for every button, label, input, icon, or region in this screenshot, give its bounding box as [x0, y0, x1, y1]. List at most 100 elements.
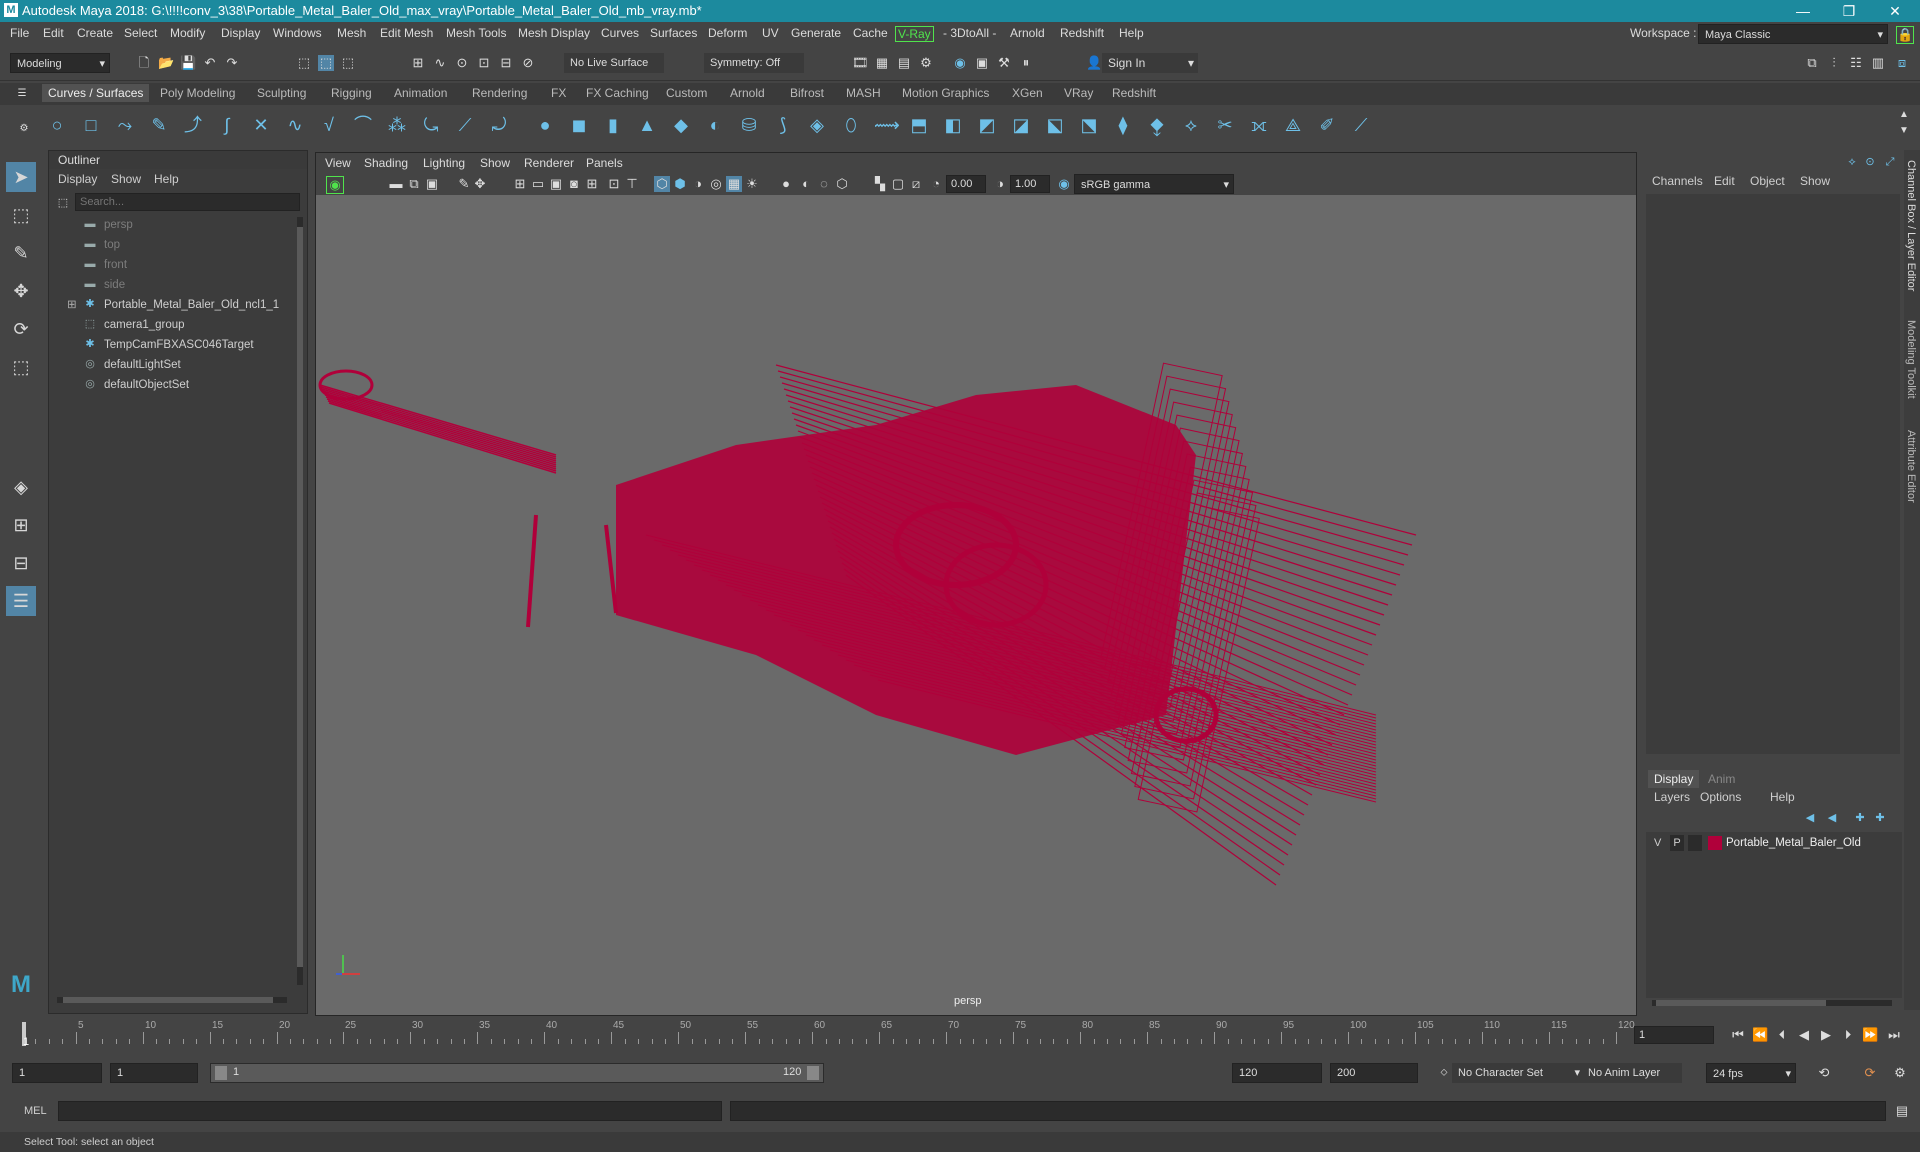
scale-tool-icon[interactable]: ⬚ — [6, 352, 36, 382]
script-language-label[interactable]: MEL — [24, 1105, 47, 1117]
menu-3dtoall[interactable]: - 3DtoAll - — [943, 26, 996, 40]
curve-attach-icon[interactable]: √ — [318, 114, 340, 136]
channel-menu-object[interactable]: Object — [1750, 174, 1785, 188]
curve-extend-icon[interactable]: ⤿ — [420, 114, 442, 136]
select-tool-icon[interactable]: ➤ — [6, 162, 36, 192]
trim-tool-icon[interactable]: ⧫ — [1112, 114, 1134, 136]
layer-reference-toggle[interactable] — [1688, 835, 1702, 851]
snap-curve-icon[interactable]: ∿ — [432, 55, 448, 71]
shelf-tab-poly-modeling[interactable]: Poly Modeling — [154, 86, 241, 100]
menu-file[interactable]: File — [10, 26, 29, 40]
shelf-tab-mash[interactable]: MASH — [840, 86, 887, 100]
tool-settings-icon[interactable]: ☷ — [1848, 55, 1864, 71]
use-all-lights-icon[interactable]: ☀ — [744, 176, 760, 192]
menu-vray[interactable]: V-Ray — [895, 26, 934, 42]
square-surface-icon[interactable]: ◧ — [942, 114, 964, 136]
step-forward-key-icon[interactable]: ⏩ — [1862, 1027, 1878, 1043]
save-scene-icon[interactable]: 💾 — [180, 55, 196, 71]
curve-offset-icon[interactable]: ⌒ — [352, 114, 374, 136]
layer-tab-anim[interactable]: Anim — [1708, 772, 1735, 786]
menu-deform[interactable]: Deform — [708, 26, 747, 40]
scrollbar-thumb[interactable] — [63, 997, 273, 1003]
extrude-icon[interactable]: ⬯ — [840, 114, 862, 136]
open-scene-icon[interactable]: 📂 — [158, 55, 174, 71]
layer-tab-display[interactable]: Display — [1648, 770, 1700, 788]
shelf-tab-fx-caching[interactable]: FX Caching — [580, 86, 655, 100]
outliner-item-tempcam-target[interactable]: ✱ TempCamFBXASC046Target — [49, 335, 289, 355]
outliner-item-persp[interactable]: ▬ persp — [49, 215, 289, 235]
animation-end-input[interactable] — [1330, 1063, 1418, 1083]
wireframe-on-shaded-icon[interactable]: ◑ — [690, 176, 706, 192]
fps-dropdown[interactable]: 24 fps ▾ — [1706, 1063, 1796, 1083]
outliner-item-default-light-set[interactable]: ◎ defaultLightSet — [49, 355, 289, 375]
current-frame-input[interactable] — [1634, 1026, 1714, 1044]
nurbs-plane-icon[interactable]: ◆ — [670, 114, 692, 136]
outliner-search-input[interactable] — [75, 193, 300, 211]
channel-menu-show[interactable]: Show — [1800, 174, 1830, 188]
menu-modify[interactable]: Modify — [170, 26, 205, 40]
outliner-vertical-scrollbar[interactable] — [297, 217, 303, 985]
layer-menu-help[interactable]: Help — [1770, 790, 1795, 804]
channel-box-icon-3[interactable]: ⤢ — [1882, 154, 1898, 170]
bookmarks-icon[interactable]: ⧉ — [406, 176, 422, 192]
shelf-tab-custom[interactable]: Custom — [660, 86, 713, 100]
camera-select-icon[interactable]: ◉ — [326, 176, 344, 194]
play-forwards-icon[interactable]: ▶ — [1818, 1027, 1834, 1043]
shelf-scroll-down-icon[interactable]: ▼ — [1896, 123, 1912, 139]
side-tab-modeling-toolkit[interactable]: Modeling Toolkit — [1905, 320, 1917, 399]
live-surface-field[interactable]: No Live Surface — [564, 53, 664, 73]
menu-curves[interactable]: Curves — [601, 26, 639, 40]
wireframe-icon[interactable]: ⬡ — [654, 176, 670, 192]
motion-blur-icon[interactable]: ◌ — [816, 176, 832, 192]
menu-cache[interactable]: Cache — [853, 26, 888, 40]
ambient-occlusion-icon[interactable]: ◐ — [798, 176, 814, 192]
command-input[interactable] — [58, 1101, 722, 1121]
step-forward-frame-icon[interactable]: ⏵ — [1840, 1027, 1856, 1043]
animation-start-input[interactable] — [12, 1063, 102, 1083]
pencil-curve-icon[interactable]: ✎ — [148, 114, 170, 136]
camera-attributes-icon[interactable]: ▬ — [388, 176, 404, 192]
minimize-button[interactable]: — — [1780, 0, 1826, 22]
layer-playback-toggle[interactable]: P — [1670, 835, 1684, 851]
nurbs-circle-icon[interactable]: ○ — [46, 114, 68, 136]
symmetry-dropdown[interactable]: Symmetry: Off — [704, 53, 804, 73]
xray-joints-icon[interactable]: ▢ — [890, 176, 906, 192]
menu-generate[interactable]: Generate — [791, 26, 841, 40]
arc-icon[interactable]: ∿ — [284, 114, 306, 136]
move-layer-up-icon[interactable]: ◀ — [1802, 810, 1818, 826]
menu-arnold[interactable]: Arnold — [1010, 26, 1045, 40]
bezier-curve-icon[interactable]: ∫ — [216, 114, 238, 136]
shelf-tab-animation[interactable]: Animation — [388, 86, 453, 100]
menu-surfaces[interactable]: Surfaces — [650, 26, 697, 40]
snap-view-icon[interactable]: ⊡ — [476, 55, 492, 71]
nurbs-square-icon[interactable]: □ — [80, 114, 102, 136]
curve-intersect-icon[interactable]: ✕ — [250, 114, 272, 136]
lasso-tool-icon[interactable]: ⬚ — [6, 200, 36, 230]
paint-select-tool-icon[interactable]: ✎ — [6, 238, 36, 268]
menu-select[interactable]: Select — [124, 26, 157, 40]
move-tool-icon[interactable]: ✥ — [6, 276, 36, 306]
antialiasing-icon[interactable]: ⬡ — [834, 176, 850, 192]
rebuild-surface-icon[interactable]: ⟋ — [1350, 114, 1372, 136]
rotate-tool-icon[interactable]: ⟳ — [6, 314, 36, 344]
viewport-menu-shading[interactable]: Shading — [364, 156, 408, 170]
outliner-menu-show[interactable]: Show — [111, 172, 141, 186]
resolution-gate-icon[interactable]: ▣ — [548, 176, 564, 192]
untrim-icon[interactable]: ⧪ — [1146, 114, 1168, 136]
cv-curve-icon[interactable]: ⤳ — [114, 114, 136, 136]
menu-uv[interactable]: UV — [762, 26, 779, 40]
playback-end-input[interactable] — [1232, 1063, 1322, 1083]
exposure-input[interactable] — [946, 175, 986, 193]
attach-surface-icon[interactable]: ⟡ — [1180, 114, 1202, 136]
isolate-select-icon[interactable]: ▚ — [872, 176, 888, 192]
new-scene-icon[interactable]: 🗋 — [136, 55, 152, 71]
shelf-menu-icon[interactable]: ☰ — [14, 86, 30, 102]
menu-edit[interactable]: Edit — [43, 26, 64, 40]
outliner-menu-help[interactable]: Help — [154, 172, 179, 186]
curve-cut-icon[interactable]: ⟋ — [454, 114, 476, 136]
shelf-tab-sculpting[interactable]: Sculpting — [251, 86, 312, 100]
range-slider-bar[interactable]: 1 120 — [210, 1063, 824, 1083]
safe-title-icon[interactable]: ⊤ — [624, 176, 640, 192]
character-set-dropdown[interactable]: No Character Set ▾ — [1452, 1063, 1582, 1083]
new-layer-selected-icon[interactable]: ✚ — [1872, 810, 1888, 826]
